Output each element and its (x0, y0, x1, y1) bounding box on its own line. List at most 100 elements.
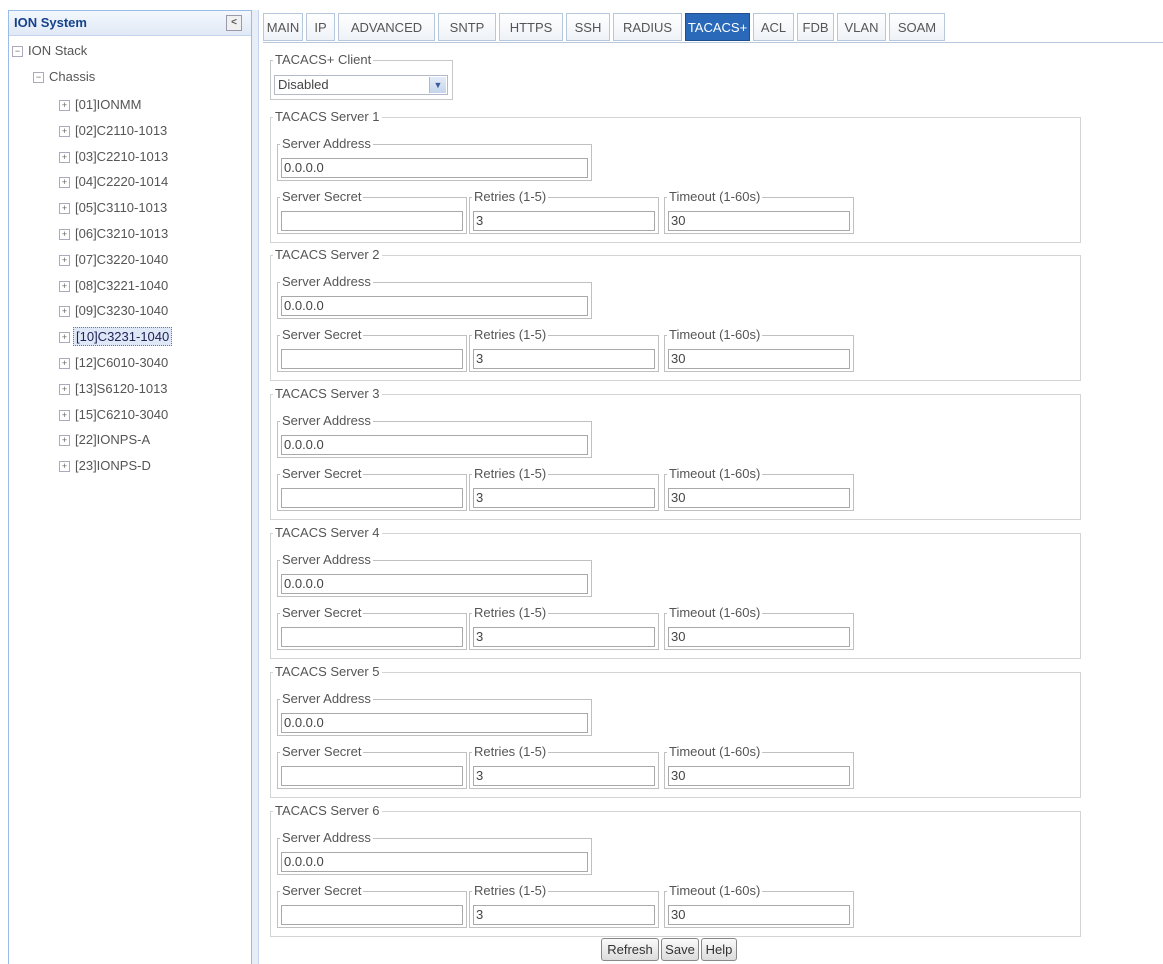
tree-node-label[interactable]: [10]C3231-1040 (73, 327, 173, 347)
tree-node-label[interactable]: [23]IONPS-D (73, 457, 153, 474)
tree-node[interactable]: + [04]C2220-1014 (59, 172, 170, 192)
server-address-input[interactable]: 0.0.0.0 (281, 574, 588, 594)
tab-fdb[interactable]: FDB (797, 13, 834, 41)
collapse-icon[interactable]: − (12, 46, 23, 58)
timeout-label: Timeout (1-60s) (667, 744, 763, 760)
expand-icon[interactable]: + (59, 435, 70, 447)
timeout-input[interactable]: 30 (668, 488, 850, 508)
server-secret-fieldset: Server Secret (277, 605, 467, 650)
tree-node[interactable]: − ION Stack (12, 41, 89, 61)
tree-node-label[interactable]: [03]C2210-1013 (73, 148, 170, 165)
tab-main[interactable]: MAIN (263, 13, 303, 41)
server-secret-input[interactable] (281, 488, 463, 508)
chevron-left-icon[interactable]: < (226, 15, 242, 31)
retries-fieldset: Retries (1-5) 3 (469, 605, 659, 650)
tree-node-label[interactable]: [09]C3230-1040 (73, 302, 170, 319)
retries-input[interactable]: 3 (473, 349, 655, 369)
tab-soam[interactable]: SOAM (889, 13, 945, 41)
tab-vlan[interactable]: VLAN (837, 13, 886, 41)
tab-acl[interactable]: ACL (753, 13, 794, 41)
collapse-icon[interactable]: − (33, 72, 44, 84)
timeout-input[interactable]: 30 (668, 211, 850, 231)
panel-splitter[interactable] (252, 10, 259, 964)
tree-node[interactable]: + [09]C3230-1040 (59, 301, 170, 321)
server-address-input[interactable]: 0.0.0.0 (281, 435, 588, 455)
tree-node[interactable]: + [23]IONPS-D (59, 456, 153, 476)
retries-fieldset: Retries (1-5) 3 (469, 744, 659, 789)
tree-node-label[interactable]: [13]S6120-1013 (73, 380, 170, 397)
server-address-input[interactable]: 0.0.0.0 (281, 296, 588, 316)
tree-node[interactable]: + [03]C2210-1013 (59, 147, 170, 167)
timeout-input[interactable]: 30 (668, 349, 850, 369)
expand-icon[interactable]: + (59, 409, 70, 421)
server-secret-input[interactable] (281, 766, 463, 786)
server-address-input[interactable]: 0.0.0.0 (281, 713, 588, 733)
timeout-input[interactable]: 30 (668, 766, 850, 786)
save-button[interactable]: Save (661, 938, 699, 961)
chevron-down-icon[interactable]: ▼ (429, 77, 446, 93)
tab-ssh[interactable]: SSH (566, 13, 610, 41)
tab-tacacs[interactable]: TACACS+ (685, 13, 750, 41)
expand-icon[interactable]: + (59, 461, 70, 473)
tree-node[interactable]: + [22]IONPS-A (59, 430, 152, 450)
expand-icon[interactable]: + (59, 254, 70, 266)
server-address-input[interactable]: 0.0.0.0 (281, 852, 588, 872)
tree-node-label[interactable]: [12]C6010-3040 (73, 354, 170, 371)
expand-icon[interactable]: + (59, 203, 70, 215)
expand-icon[interactable]: + (59, 100, 70, 112)
tree-node-label[interactable]: [22]IONPS-A (73, 431, 152, 448)
tree-node-label[interactable]: [01]IONMM (73, 96, 143, 113)
tree-node[interactable]: + [15]C6210-3040 (59, 405, 170, 425)
server-secret-input[interactable] (281, 905, 463, 925)
retries-input[interactable]: 3 (473, 627, 655, 647)
refresh-button[interactable]: Refresh (601, 938, 659, 961)
tree-node-label[interactable]: [15]C6210-3040 (73, 406, 170, 423)
server-secret-input[interactable] (281, 349, 463, 369)
retries-input[interactable]: 3 (473, 905, 655, 925)
expand-icon[interactable]: + (59, 332, 70, 344)
tree-node-label[interactable]: [04]C2220-1014 (73, 173, 170, 190)
expand-icon[interactable]: + (59, 151, 70, 163)
tree-node[interactable]: + [12]C6010-3040 (59, 353, 170, 373)
tree-node[interactable]: + [02]C2110-1013 (59, 121, 169, 141)
tree-node[interactable]: + [05]C3110-1013 (59, 198, 169, 218)
tree-node[interactable]: + [07]C3220-1040 (59, 250, 170, 270)
tree-node-label[interactable]: ION Stack (26, 42, 89, 59)
tree-node-label[interactable]: [08]C3221-1040 (73, 277, 170, 294)
server-secret-input[interactable] (281, 211, 463, 231)
tree-node-label[interactable]: [07]C3220-1040 (73, 251, 170, 268)
retries-input[interactable]: 3 (473, 488, 655, 508)
server-secret-fieldset: Server Secret (277, 327, 467, 372)
timeout-input[interactable]: 30 (668, 627, 850, 647)
tacacs-client-select[interactable]: Disabled ▼ (274, 75, 448, 95)
expand-icon[interactable]: + (59, 383, 70, 395)
tab-sntp[interactable]: SNTP (438, 13, 496, 41)
timeout-input[interactable]: 30 (668, 905, 850, 925)
tree-node-label[interactable]: [06]C3210-1013 (73, 225, 170, 242)
expand-icon[interactable]: + (59, 177, 70, 189)
tree-node[interactable]: + [01]IONMM (59, 95, 143, 115)
tree-node-label[interactable]: [02]C2110-1013 (73, 122, 169, 139)
tree-node-label[interactable]: Chassis (47, 68, 97, 85)
retries-input[interactable]: 3 (473, 211, 655, 231)
tree-node[interactable]: + [06]C3210-1013 (59, 224, 170, 244)
tab-radius[interactable]: RADIUS (613, 13, 682, 41)
tab-ip[interactable]: IP (306, 13, 335, 41)
tree-node[interactable]: − Chassis (33, 67, 97, 87)
expand-icon[interactable]: + (59, 358, 70, 370)
retries-input[interactable]: 3 (473, 766, 655, 786)
tacacs-server-section: TACACS Server 4 Server Address 0.0.0.0 Serv… (270, 525, 1081, 659)
tree-node-label[interactable]: [05]C3110-1013 (73, 199, 169, 216)
expand-icon[interactable]: + (59, 229, 70, 241)
expand-icon[interactable]: + (59, 125, 70, 137)
server-secret-input[interactable] (281, 627, 463, 647)
tree-node[interactable]: + [13]S6120-1013 (59, 379, 170, 399)
tree-node[interactable]: + [08]C3221-1040 (59, 276, 170, 296)
expand-icon[interactable]: + (59, 280, 70, 292)
tab-https[interactable]: HTTPS (499, 13, 563, 41)
tab-advanced[interactable]: ADVANCED (338, 13, 435, 41)
help-button[interactable]: Help (701, 938, 737, 961)
server-address-input[interactable]: 0.0.0.0 (281, 158, 588, 178)
tree-node[interactable]: + [10]C3231-1040 (59, 327, 173, 347)
expand-icon[interactable]: + (59, 306, 70, 318)
